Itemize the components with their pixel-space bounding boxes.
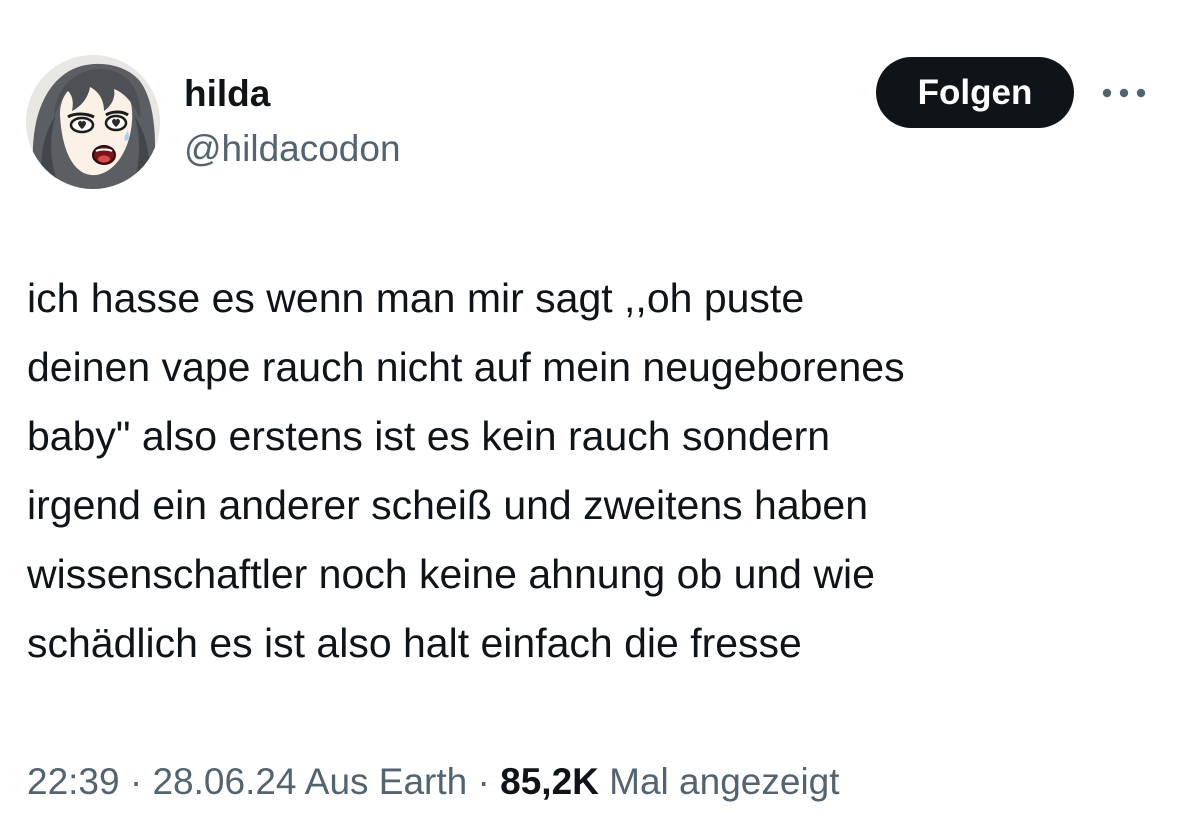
tweet-date[interactable]: 28.06.24 <box>152 761 296 802</box>
tweet-location: Aus Earth <box>304 761 468 802</box>
views-count: 85,2K <box>500 761 599 802</box>
meta-separator: · <box>467 761 501 802</box>
tweet-text: ich hasse es wenn man mir sagt ,,oh pust… <box>27 275 905 666</box>
more-options-icon <box>1102 88 1146 98</box>
tweet-time[interactable]: 22:39 <box>27 761 120 802</box>
author-display-name[interactable]: hilda <box>184 72 270 116</box>
tweet-card: hilda @hildacodon Folgen ich hasse es we… <box>0 0 1178 839</box>
anime-avatar-icon <box>26 55 160 189</box>
meta-separator: · <box>119 761 153 802</box>
more-options-button[interactable] <box>1098 78 1150 108</box>
avatar[interactable] <box>26 55 160 189</box>
author-handle[interactable]: @hildacodon <box>184 127 401 171</box>
follow-button[interactable]: Folgen <box>876 57 1074 128</box>
tweet-meta: 22:39 · 28.06.24 Aus Earth · 85,2K Mal a… <box>27 754 840 810</box>
views-label: Mal angezeigt <box>609 761 840 802</box>
